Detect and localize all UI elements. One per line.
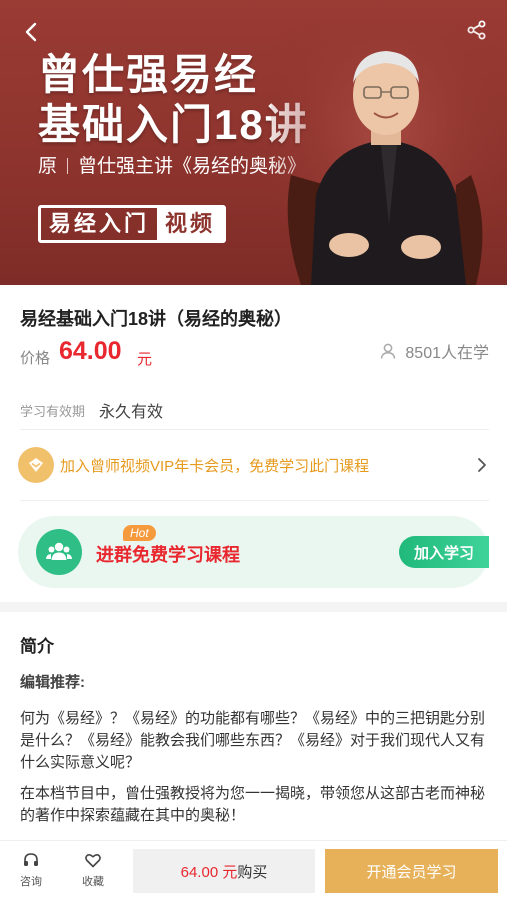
- course-title: 易经基础入门18讲（易经的奥秘）: [20, 309, 293, 329]
- learner-count: 8501人在学: [379, 339, 489, 363]
- banner-tag: 易经入门 视频: [38, 205, 227, 243]
- banner-tag-part2: 视频: [157, 208, 224, 240]
- presenter-photo: [271, 25, 501, 285]
- section-gap: [0, 602, 507, 612]
- intro-title: 简介: [20, 637, 54, 656]
- consult-button[interactable]: 咨询: [11, 851, 51, 889]
- user-icon: [381, 343, 396, 359]
- buy-price: 64.00 元: [180, 863, 238, 881]
- intro-paragraph-2: 在本档节目中，曾仕强教授将为您一一揭晓，带领您从这部古老而神秘的著作中探索蕴藏在…: [20, 785, 486, 824]
- bottom-action-bar: 咨询 收藏 64.00 元购买 开通会员学习: [0, 840, 507, 901]
- back-button[interactable]: [18, 18, 46, 46]
- validity-label: 学习有效期: [20, 404, 86, 419]
- banner-title: 曾仕强易经 基础入门18讲: [38, 50, 309, 150]
- favorite-label: 收藏: [82, 876, 104, 888]
- banner-title-line2: 基础入门18讲: [38, 101, 309, 148]
- vip-promo-row[interactable]: 加入曾师视频VIP年卡会员，免费学习此门课程: [18, 446, 489, 484]
- chevron-left-icon: [25, 22, 37, 42]
- banner-tag-part1: 易经入门: [49, 211, 150, 236]
- intro-paragraph-1: 何为《易经》？《易经》的功能都有哪些？《易经》中的三把钥匙分别是什么？《易经》能…: [20, 710, 486, 771]
- divider: [20, 429, 489, 430]
- open-vip-button[interactable]: 开通会员学习: [325, 849, 498, 893]
- group-promo-text: 进群免费学习课程: [96, 545, 240, 565]
- group-promo-banner[interactable]: Hot 进群免费学习课程 加入学习: [18, 516, 489, 588]
- banner-subtitle-prefix: 原: [38, 156, 58, 177]
- subtitle-separator: [67, 158, 69, 174]
- banner-title-line1: 曾仕强易经: [38, 51, 259, 98]
- consult-label: 咨询: [20, 876, 42, 888]
- group-icon: [36, 529, 82, 575]
- hot-badge: Hot: [123, 525, 156, 541]
- intro-subtitle: 编辑推荐:: [20, 674, 85, 691]
- vip-icon: [18, 447, 54, 483]
- banner-subtitle: 原曾仕强主讲《易经的奥秘》: [38, 151, 306, 178]
- price-label: 价格: [20, 350, 51, 367]
- favorite-button[interactable]: 收藏: [73, 851, 113, 889]
- price-unit: 元: [137, 351, 153, 368]
- learner-count-text: 8501人在学: [405, 345, 489, 362]
- price-value: 64.00: [59, 337, 122, 365]
- validity-value: 永久有效: [99, 404, 164, 421]
- vip-promo-text: 加入曾师视频VIP年卡会员，免费学习此门课程: [60, 457, 370, 475]
- buy-button[interactable]: 64.00 元购买: [133, 849, 315, 893]
- join-learning-button[interactable]: 加入学习: [399, 536, 489, 568]
- divider: [20, 500, 489, 501]
- chevron-right-icon: [478, 458, 486, 472]
- heart-icon: [85, 854, 101, 868]
- course-banner: 曾仕强易经 基础入门18讲 原曾仕强主讲《易经的奥秘》 易经入门 视频: [0, 0, 507, 285]
- buy-label: 购买: [237, 863, 268, 881]
- headset-icon: [24, 853, 38, 866]
